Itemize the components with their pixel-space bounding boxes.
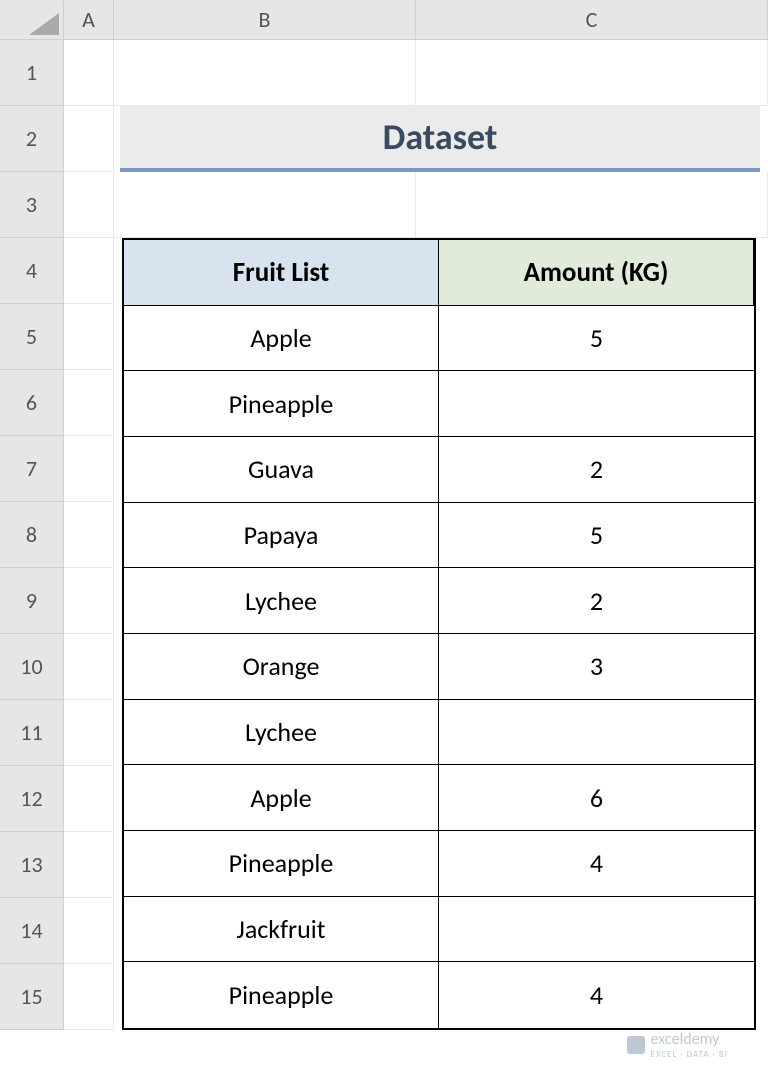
cell-amount[interactable]	[439, 371, 754, 437]
title-text: Dataset	[383, 115, 498, 159]
cell-fruit[interactable]: Pineapple	[124, 962, 439, 1028]
row-header-15[interactable]: 15	[0, 964, 64, 1030]
cell-A6[interactable]	[64, 370, 114, 436]
watermark-brand: exceldemy	[651, 1030, 720, 1049]
cell-amount[interactable]: 3	[439, 634, 754, 700]
cell-amount[interactable]: 2	[439, 437, 754, 503]
row-header-1[interactable]: 1	[0, 40, 64, 106]
watermark-logo-icon	[627, 1036, 645, 1054]
cell-A2[interactable]	[64, 106, 114, 172]
cell-fruit[interactable]: Apple	[124, 765, 439, 831]
cell-fruit[interactable]: Pineapple	[124, 371, 439, 437]
cell-A9[interactable]	[64, 568, 114, 634]
cell-A10[interactable]	[64, 634, 114, 700]
cell-A15[interactable]	[64, 964, 114, 1030]
cell-C3[interactable]	[416, 172, 768, 238]
watermark-tag: EXCEL · DATA · BI	[651, 1049, 728, 1060]
cell-fruit[interactable]: Lychee	[124, 700, 439, 766]
row-header-14[interactable]: 14	[0, 898, 64, 964]
col-header-B[interactable]: B	[114, 0, 416, 40]
row-header-11[interactable]: 11	[0, 700, 64, 766]
row-header-10[interactable]: 10	[0, 634, 64, 700]
row-header-3[interactable]: 3	[0, 172, 64, 238]
spreadsheet-grid[interactable]: A B C 1 2 Dataset 3 4 Fruit List Amount …	[0, 0, 768, 1030]
col-header-A[interactable]: A	[64, 0, 114, 40]
cell-amount[interactable]: 5	[439, 503, 754, 569]
col-header-C[interactable]: C	[416, 0, 768, 40]
cell-fruit[interactable]: Jackfruit	[124, 897, 439, 963]
row-header-2[interactable]: 2	[0, 106, 64, 172]
cell-amount[interactable]: 5	[439, 306, 754, 372]
watermark: exceldemy EXCEL · DATA · BI	[627, 1030, 728, 1060]
row-header-7[interactable]: 7	[0, 436, 64, 502]
table-header-fruit[interactable]: Fruit List	[124, 240, 439, 306]
select-all-corner[interactable]	[0, 0, 64, 40]
cell-A14[interactable]	[64, 898, 114, 964]
cell-A5[interactable]	[64, 304, 114, 370]
cell-fruit[interactable]: Papaya	[124, 503, 439, 569]
cell-B3[interactable]	[114, 172, 416, 238]
row-header-5[interactable]: 5	[0, 304, 64, 370]
cell-A12[interactable]	[64, 766, 114, 832]
cell-amount[interactable]: 2	[439, 568, 754, 634]
row-header-13[interactable]: 13	[0, 832, 64, 898]
cell-amount[interactable]: 4	[439, 962, 754, 1028]
cell-C1[interactable]	[416, 40, 768, 106]
title-banner[interactable]: Dataset	[120, 106, 760, 172]
cell-A11[interactable]	[64, 700, 114, 766]
row-header-4[interactable]: 4	[0, 238, 64, 304]
cell-amount[interactable]: 4	[439, 831, 754, 897]
cell-fruit[interactable]: Pineapple	[124, 831, 439, 897]
data-table: Fruit List Amount (KG) Apple 5 Pineapple…	[122, 238, 756, 1030]
cell-fruit[interactable]: Guava	[124, 437, 439, 503]
cell-B1[interactable]	[114, 40, 416, 106]
row-header-12[interactable]: 12	[0, 766, 64, 832]
cell-amount[interactable]	[439, 700, 754, 766]
cell-A4[interactable]	[64, 238, 114, 304]
cell-A13[interactable]	[64, 832, 114, 898]
cell-A8[interactable]	[64, 502, 114, 568]
cell-A1[interactable]	[64, 40, 114, 106]
cell-amount[interactable]: 6	[439, 765, 754, 831]
cell-amount[interactable]	[439, 897, 754, 963]
cell-A3[interactable]	[64, 172, 114, 238]
cell-A7[interactable]	[64, 436, 114, 502]
cell-fruit[interactable]: Lychee	[124, 568, 439, 634]
cell-fruit[interactable]: Apple	[124, 306, 439, 372]
row-header-6[interactable]: 6	[0, 370, 64, 436]
table-header-amount[interactable]: Amount (KG)	[439, 240, 754, 306]
row-header-9[interactable]: 9	[0, 568, 64, 634]
row-header-8[interactable]: 8	[0, 502, 64, 568]
cell-fruit[interactable]: Orange	[124, 634, 439, 700]
